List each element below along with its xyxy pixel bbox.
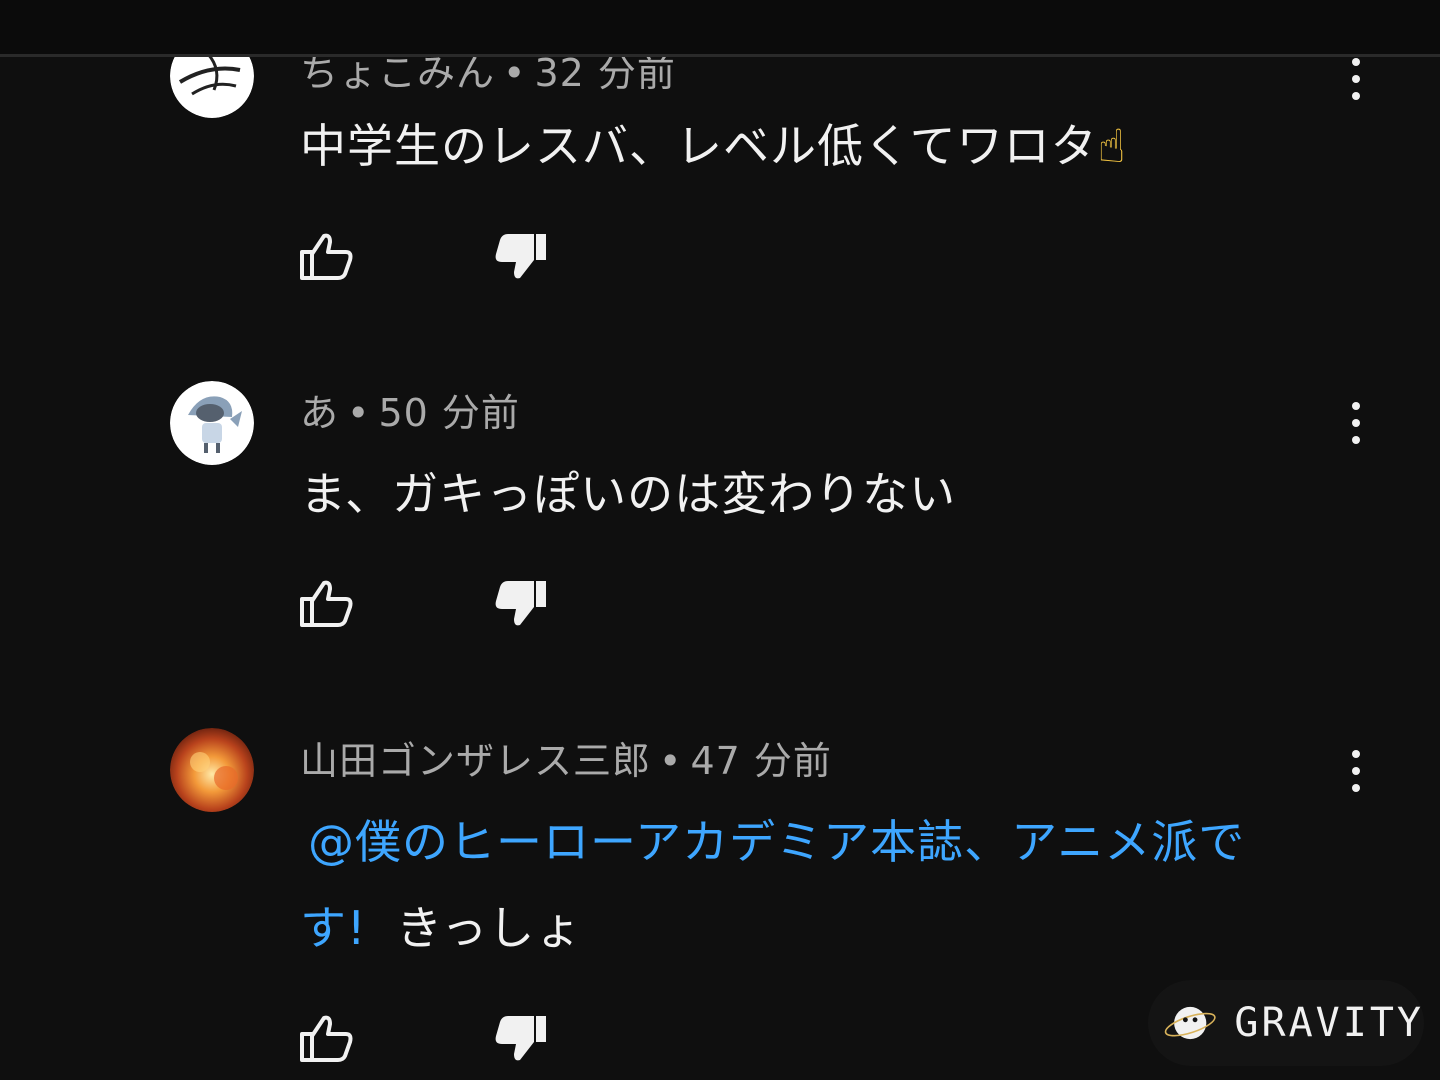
comment-author[interactable]: ちょこみん (300, 51, 495, 95)
like-button[interactable] (298, 230, 354, 282)
comment-author[interactable]: 山田ゴンザレス三郎 (300, 739, 651, 783)
vertical-dots-icon (1352, 750, 1360, 758)
comment-text: す! きっしょ (300, 892, 582, 958)
separator: • (659, 739, 683, 783)
pointing-up-emoji: ☝ (1097, 119, 1127, 173)
gravity-watermark: GRAVITY (1148, 980, 1424, 1066)
comment-menu-button[interactable] (1338, 54, 1374, 104)
comment-menu-button[interactable] (1338, 398, 1374, 448)
comment-text: 中学生のレスバ、レベル低くてワロタ☝ (300, 110, 1127, 176)
vertical-dots-icon (1352, 402, 1360, 410)
comment-body: 中学生のレスバ、レベル低くてワロタ (300, 119, 1098, 173)
like-button[interactable] (298, 577, 354, 629)
comment-header: 山田ゴンザレス三郎 • 47 分前 (300, 730, 832, 785)
comment-body: ま、ガキっぽいのは変わりない (300, 467, 957, 521)
comment-text: @僕のヒーローアカデミア本誌、アニメ派で (300, 806, 1245, 872)
thumbs-up-icon (300, 233, 353, 280)
comment-header: あ • 50 分前 (300, 382, 520, 437)
thumbs-down-icon (495, 1016, 546, 1061)
thumbs-down-icon (495, 234, 546, 279)
mention-link[interactable]: す! (300, 901, 366, 955)
comment-text: ま、ガキっぽいのは変わりない (300, 458, 956, 524)
watermark-label: GRAVITY (1234, 1000, 1424, 1046)
comment-body: きっしょ (396, 901, 583, 955)
separator: • (503, 51, 527, 95)
comment-feed: ちょこみん • 32 分前 中学生のレスバ、レベル低くてワロタ☝ あ • 50 … (0, 0, 1440, 1080)
planet-icon (1164, 1006, 1216, 1040)
comment-time: 47 分前 (690, 739, 832, 783)
thumbs-up-icon (300, 580, 353, 627)
separator: • (347, 391, 371, 435)
comment-menu-button[interactable] (1338, 746, 1374, 796)
dislike-button[interactable] (494, 230, 550, 282)
avatar[interactable] (170, 728, 254, 812)
comment-time: 50 分前 (378, 391, 520, 435)
avatar[interactable] (170, 381, 254, 465)
thumbs-up-icon (300, 1015, 353, 1062)
like-button[interactable] (298, 1012, 354, 1064)
dislike-button[interactable] (494, 577, 550, 629)
thumbs-down-icon (495, 581, 546, 626)
comment-author[interactable]: あ (300, 391, 339, 435)
comment-time: 32 分前 (534, 51, 676, 95)
top-bar (0, 0, 1440, 57)
dislike-button[interactable] (494, 1012, 550, 1064)
vertical-dots-icon (1352, 58, 1360, 66)
mention-link[interactable]: @僕のヒーローアカデミア本誌、アニメ派で (308, 815, 1245, 869)
